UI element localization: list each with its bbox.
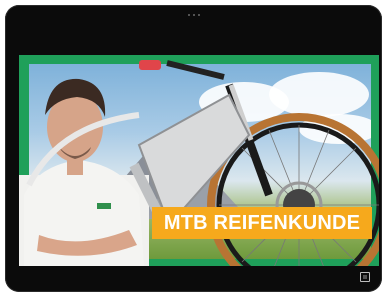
tablet-frame: MTB REIFENKUNDE xyxy=(5,5,382,292)
camera-indicator xyxy=(187,14,200,16)
video-thumbnail[interactable]: MTB REIFENKUNDE xyxy=(19,55,379,266)
video-title-overlay: MTB REIFENKUNDE xyxy=(152,207,372,239)
fullscreen-icon[interactable] xyxy=(360,272,370,282)
